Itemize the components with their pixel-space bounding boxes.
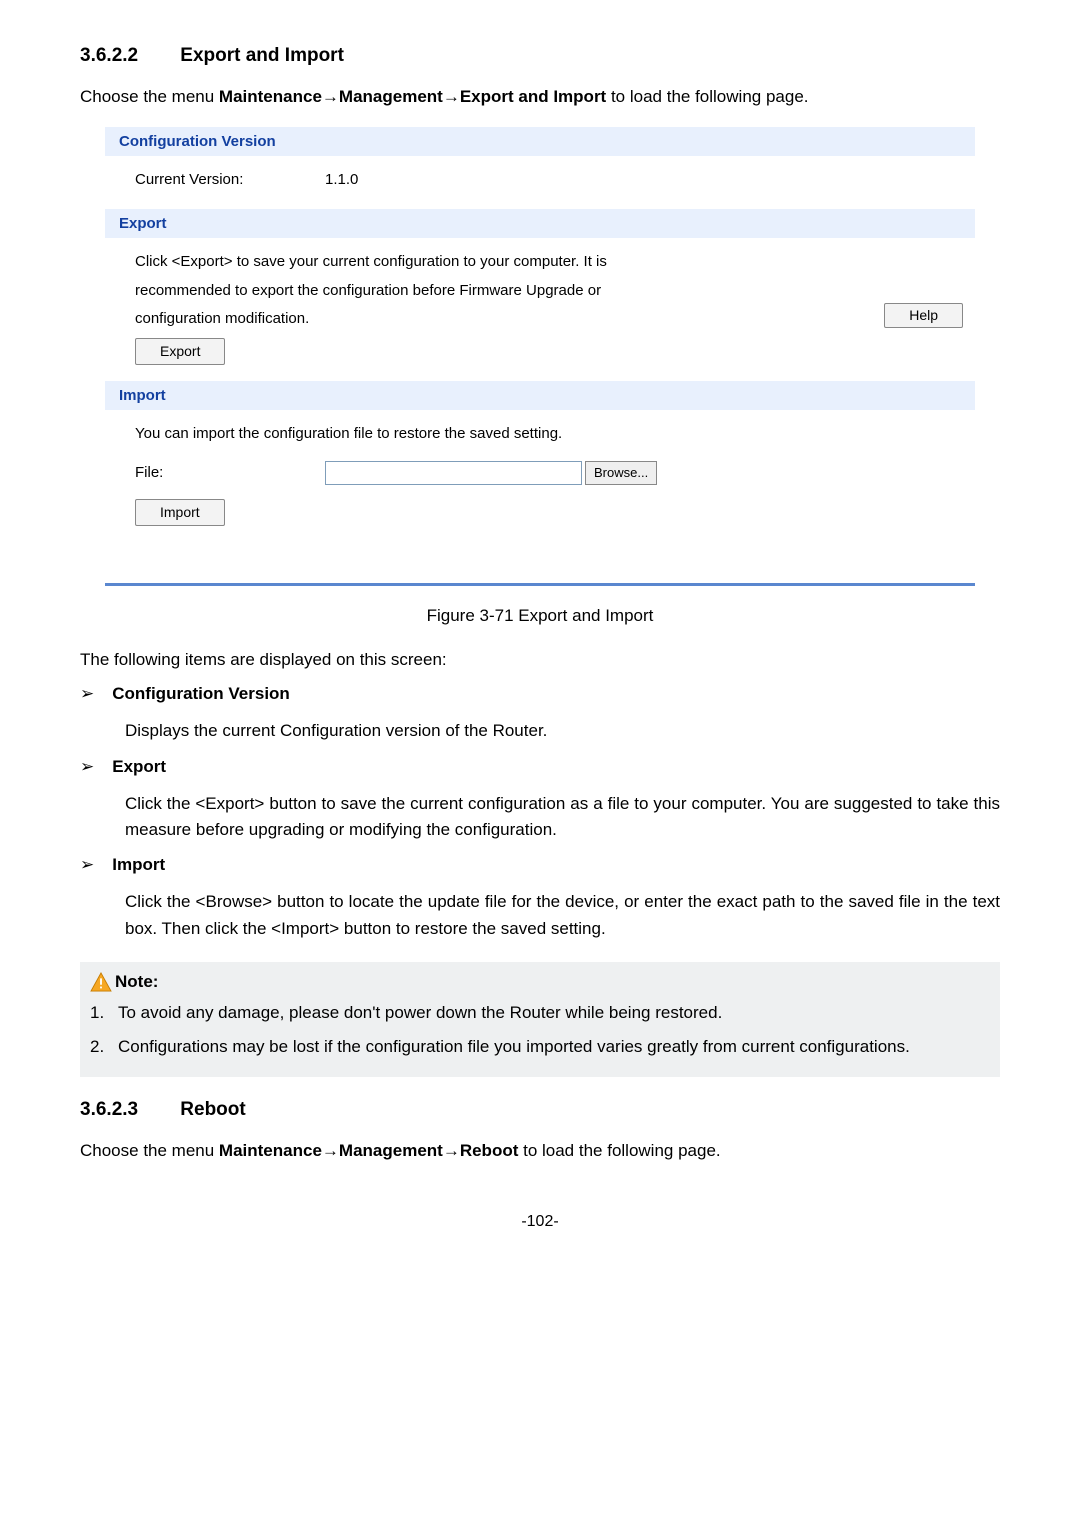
export-desc-line: Click <Export> to save your current conf… <box>135 248 945 277</box>
panel-divider <box>105 583 975 586</box>
bullet-heading: ➢ Export <box>80 757 1000 777</box>
bullet-body: Click the <Browse> button to locate the … <box>125 889 1000 942</box>
page-number: -102- <box>80 1213 1000 1231</box>
arrow-icon: ➢ <box>80 684 94 704</box>
bullet-heading: ➢ Configuration Version <box>80 684 1000 704</box>
section-heading: 3.6.2.3 Reboot <box>80 1099 1000 1121</box>
bullet-body: Displays the current Configuration versi… <box>125 718 1000 744</box>
import-desc-line: You can import the configuration file to… <box>135 420 945 449</box>
file-path-input[interactable] <box>325 461 582 485</box>
section-number: 3.6.2.2 <box>80 45 175 67</box>
config-version-header: Configuration Version <box>105 127 975 156</box>
items-intro: The following items are displayed on thi… <box>80 648 1000 673</box>
file-label: File: <box>135 459 325 488</box>
export-button[interactable]: Export <box>135 338 225 365</box>
note-title-text: Note: <box>115 972 158 992</box>
current-version-label: Current Version: <box>135 166 325 195</box>
note-item: 1.To avoid any damage, please don't powe… <box>90 1000 990 1026</box>
section-title: Reboot <box>180 1099 245 1120</box>
bullet-heading: ➢ Import <box>80 855 1000 875</box>
section-title: Export and Import <box>180 45 344 66</box>
arrow-icon: ➢ <box>80 757 94 777</box>
warning-icon <box>90 972 112 992</box>
export-desc-line: recommended to export the configuration … <box>135 277 945 306</box>
import-header: Import <box>105 381 975 410</box>
browse-button[interactable]: Browse... <box>585 461 657 485</box>
section-intro: Choose the menu Maintenance→Management→E… <box>80 85 1000 110</box>
section-intro: Choose the menu Maintenance→Management→R… <box>80 1139 1000 1164</box>
export-header: Export <box>105 209 975 238</box>
help-button[interactable]: Help <box>884 303 963 328</box>
config-panel: Configuration Version Current Version: 1… <box>80 122 1000 563</box>
item-list: ➢ Configuration Version Displays the cur… <box>80 684 1000 942</box>
bullet-title: Export <box>112 757 166 777</box>
section-number: 3.6.2.3 <box>80 1099 175 1121</box>
section-heading: 3.6.2.2 Export and Import <box>80 45 1000 67</box>
bullet-body: Click the <Export> button to save the cu… <box>125 791 1000 844</box>
import-button[interactable]: Import <box>135 499 225 526</box>
note-item: 2.Configurations may be lost if the conf… <box>90 1034 990 1060</box>
arrow-icon: ➢ <box>80 855 94 875</box>
current-version-value: 1.1.0 <box>325 166 358 195</box>
figure-caption: Figure 3-71 Export and Import <box>80 606 1000 626</box>
export-desc-line: configuration modification. <box>135 305 945 334</box>
bullet-title: Configuration Version <box>112 684 290 704</box>
bullet-title: Import <box>112 855 165 875</box>
note-box: Note: 1.To avoid any damage, please don'… <box>80 962 1000 1077</box>
